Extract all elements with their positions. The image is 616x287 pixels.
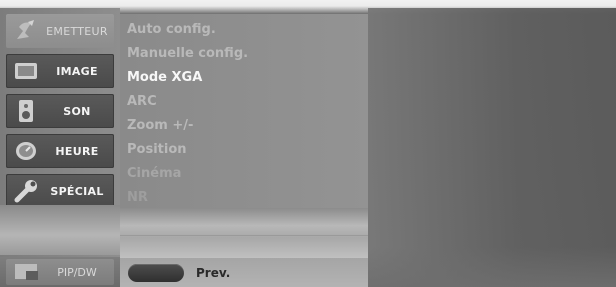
submenu-item-mode-xga[interactable]: Mode XGA — [127, 66, 202, 90]
sidebar-spacer — [0, 205, 120, 255]
submenu-item-position[interactable]: Position — [127, 138, 187, 162]
sidebar-item-son[interactable]: SON — [6, 94, 114, 128]
sidebar-item-special[interactable]: SPÉCIAL — [6, 174, 114, 208]
submenu-item-cinema[interactable]: Cinéma — [127, 162, 181, 186]
submenu-item-manual-config[interactable]: Manuelle config. — [127, 42, 248, 66]
sidebar-item-pip[interactable]: PIP/DW — [6, 259, 114, 285]
sidebar-item-emetteur[interactable]: EMETTEUR — [6, 14, 114, 48]
submenu-footer-band — [120, 208, 368, 258]
sidebar-item-heure[interactable]: HEURE — [6, 134, 114, 168]
submenu-item-zoom[interactable]: Zoom +/- — [127, 114, 193, 138]
prev-label: Prev. — [196, 265, 231, 280]
submenu-panel: Auto config. Manuelle config. Mode XGA A… — [120, 14, 368, 208]
sidebar-item-label: SPÉCIAL — [50, 184, 104, 198]
sidebar-item-image[interactable]: IMAGE — [6, 54, 114, 88]
pip-bar: PIP/DW — [0, 257, 120, 287]
pip-icon — [14, 263, 40, 281]
sidebar-item-label: HEURE — [55, 144, 99, 158]
divider — [120, 235, 368, 236]
background-area — [368, 8, 616, 287]
submenu-item-auto-config[interactable]: Auto config. — [127, 18, 216, 42]
clock-icon — [12, 138, 40, 164]
satellite-dish-icon — [12, 18, 40, 44]
pill-button-icon[interactable] — [128, 263, 184, 282]
navigation-bar: Prev. — [120, 258, 368, 287]
sidebar-item-label: SON — [63, 104, 91, 118]
submenu-item-nr[interactable]: NR — [127, 186, 148, 210]
speaker-icon — [12, 98, 40, 124]
submenu-item-arc[interactable]: ARC — [127, 90, 157, 114]
sidebar-item-label: PIP/DW — [57, 265, 97, 279]
sidebar-item-label: EMETTEUR — [46, 24, 108, 38]
wrench-icon — [12, 178, 40, 204]
sidebar-item-label: IMAGE — [56, 64, 98, 78]
picture-icon — [12, 58, 40, 84]
